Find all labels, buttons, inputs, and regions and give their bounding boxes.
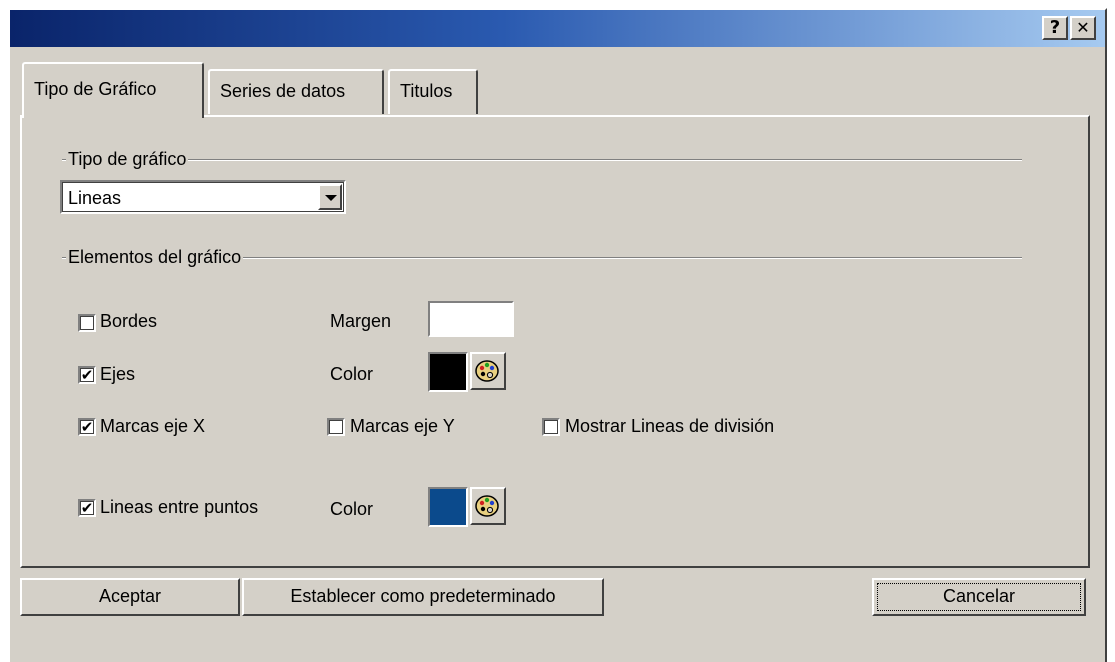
mostrar-lineas-checkbox[interactable] xyxy=(542,418,560,436)
lineas-color-picker-button[interactable] xyxy=(470,487,506,525)
check-icon: ✔ xyxy=(80,499,94,517)
tab-panel: Tipo de gráfico Lineas Elementos del grá… xyxy=(20,115,1090,568)
bordes-label: Bordes xyxy=(100,311,158,331)
lineas-entre-puntos-checkbox[interactable]: ✔ xyxy=(78,499,96,517)
lineas-color-swatch xyxy=(428,487,468,527)
check-icon: ✔ xyxy=(80,366,94,384)
margen-input[interactable] xyxy=(428,301,514,337)
tab-tipo-de-grafico[interactable]: Tipo de Gráfico xyxy=(22,62,204,118)
palette-icon xyxy=(475,360,499,382)
tab-label: Tipo de Gráfico xyxy=(34,79,157,99)
chevron-down-icon[interactable] xyxy=(318,184,342,210)
tab-series-de-datos[interactable]: Series de datos xyxy=(208,69,384,114)
check-icon: ✔ xyxy=(80,418,94,436)
aceptar-label: Aceptar xyxy=(98,586,162,606)
ejes-checkbox[interactable]: ✔ xyxy=(78,366,96,384)
bordes-checkbox[interactable] xyxy=(78,314,96,332)
title-bar[interactable]: ? ✕ xyxy=(10,10,1105,47)
chart-type-selected: Lineas xyxy=(68,188,122,208)
group-title-chart-elements: Elementos del gráfico xyxy=(66,247,244,267)
ejes-color-label: Color xyxy=(330,364,374,384)
tab-label: Series de datos xyxy=(220,81,346,101)
help-button[interactable]: ? xyxy=(1042,16,1068,40)
marcas-eje-y-label: Marcas eje Y xyxy=(350,416,455,436)
tab-label: Titulos xyxy=(400,81,453,101)
margen-label: Margen xyxy=(330,311,392,331)
close-button[interactable]: ✕ xyxy=(1070,16,1096,40)
tab-titulos[interactable]: Titulos xyxy=(388,69,478,114)
ejes-label: Ejes xyxy=(100,364,136,384)
palette-icon xyxy=(475,495,499,517)
lineas-entre-puntos-label: Lineas entre puntos xyxy=(100,497,259,517)
group-divider xyxy=(62,159,1022,161)
lineas-color-label: Color xyxy=(330,499,374,519)
mostrar-lineas-label: Mostrar Lineas de división xyxy=(565,416,775,436)
establecer-predeterminado-button[interactable]: Establecer como predeterminado xyxy=(242,578,604,616)
cancelar-label: Cancelar xyxy=(942,586,1016,606)
ejes-color-swatch xyxy=(428,352,468,392)
marcas-eje-x-checkbox[interactable]: ✔ xyxy=(78,418,96,436)
aceptar-button[interactable]: Aceptar xyxy=(20,578,240,616)
establecer-predeterminado-label: Establecer como predeterminado xyxy=(290,586,556,606)
marcas-eje-y-checkbox[interactable] xyxy=(327,418,345,436)
ejes-color-picker-button[interactable] xyxy=(470,352,506,390)
group-title-chart-type: Tipo de gráfico xyxy=(66,149,189,169)
marcas-eje-x-label: Marcas eje X xyxy=(100,416,206,436)
cancelar-button[interactable]: Cancelar xyxy=(872,578,1086,616)
chart-type-select[interactable]: Lineas xyxy=(60,180,346,214)
